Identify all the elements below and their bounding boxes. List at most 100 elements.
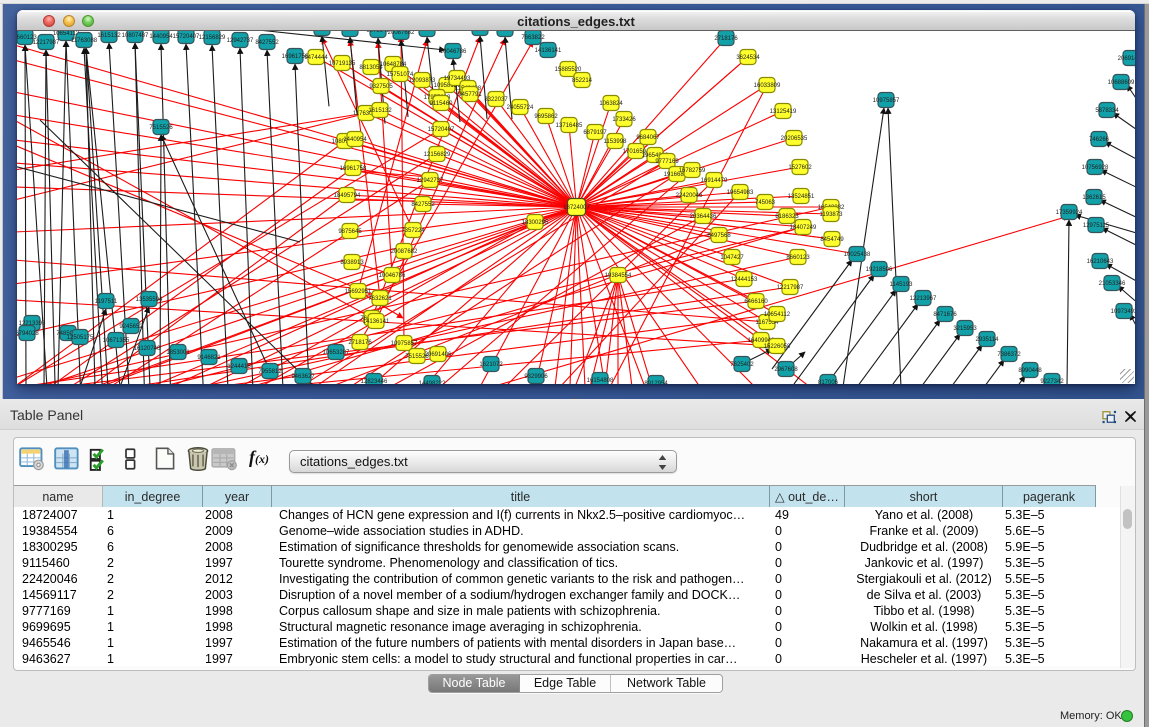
svg-text:1615132: 1615132 [97, 33, 121, 39]
svg-text:9695862: 9695862 [534, 114, 558, 120]
svg-text:13125419: 13125419 [770, 109, 797, 115]
svg-text:1193873: 1193873 [820, 212, 844, 218]
svg-text:20691406: 20691406 [425, 352, 452, 358]
svg-text:1362615: 1362615 [1082, 195, 1106, 201]
svg-text:20087682: 20087682 [388, 31, 415, 36]
svg-text:1621072: 1621072 [479, 362, 503, 368]
svg-text:3624534: 3624534 [736, 55, 760, 61]
svg-text:15720407: 15720407 [428, 127, 455, 133]
svg-text:15692951: 15692951 [345, 289, 372, 295]
svg-text:7357224: 7357224 [401, 228, 425, 234]
svg-text:9463627: 9463627 [291, 374, 315, 380]
svg-text:8990448: 8990448 [1018, 368, 1042, 374]
svg-text:6497568: 6497568 [707, 233, 731, 239]
svg-text:8186323: 8186323 [775, 214, 799, 220]
svg-text:10046786: 10046786 [379, 273, 406, 279]
svg-text:19218506: 19218506 [866, 267, 893, 273]
svg-text:8427552: 8427552 [411, 202, 435, 208]
svg-text:5878334: 5878334 [1095, 108, 1119, 114]
svg-text:9115460: 9115460 [430, 101, 454, 107]
svg-text:13535594: 13535594 [136, 297, 163, 303]
svg-text:18495794: 18495794 [334, 193, 361, 199]
svg-text:1047427: 1047427 [720, 255, 744, 261]
svg-text:14498222: 14498222 [419, 381, 446, 384]
svg-text:19654983: 19654983 [727, 190, 754, 196]
svg-text:10654112: 10654112 [764, 312, 791, 318]
svg-text:1145193: 1145193 [890, 282, 914, 288]
svg-text:13716485: 13716485 [556, 123, 583, 129]
svg-text:10807487: 10807487 [122, 33, 149, 39]
svg-text:8938913: 8938913 [340, 260, 364, 266]
svg-text:7625402: 7625402 [730, 362, 754, 368]
svg-text:8322037: 8322037 [484, 97, 508, 103]
svg-text:8471676: 8471676 [933, 312, 957, 318]
svg-text:1853001: 1853001 [166, 350, 190, 356]
svg-text:10046786: 10046786 [440, 49, 467, 55]
svg-text:9327505: 9327505 [369, 84, 393, 90]
svg-text:12217987: 12217987 [33, 40, 60, 46]
svg-text:9457791: 9457791 [458, 92, 482, 98]
svg-text:3215953: 3215953 [953, 326, 977, 332]
svg-text:9245652: 9245652 [119, 324, 143, 330]
svg-text:9474444: 9474444 [304, 55, 328, 61]
svg-text:8938913: 8938913 [415, 31, 439, 33]
svg-text:20087682: 20087682 [391, 249, 418, 255]
svg-text:2967608: 2967608 [774, 367, 798, 373]
svg-text:10756928: 10756928 [1082, 165, 1109, 171]
svg-text:7955812: 7955812 [258, 369, 282, 375]
svg-text:12975115: 12975115 [1083, 223, 1110, 229]
svg-text:16914479: 16914479 [701, 178, 728, 184]
svg-text:1063824: 1063824 [599, 101, 623, 107]
svg-text:1733426: 1733426 [612, 117, 636, 123]
svg-text:10975857: 10975857 [873, 98, 900, 104]
svg-text:15226058: 15226058 [764, 344, 791, 350]
svg-text:13524851: 13524851 [788, 194, 815, 200]
svg-text:20691406: 20691406 [1118, 56, 1135, 62]
svg-text:7632621: 7632621 [368, 296, 392, 302]
svg-text:1440954: 1440954 [149, 34, 173, 40]
svg-text:20364436: 20364436 [690, 214, 717, 220]
svg-text:1527602: 1527602 [788, 165, 812, 171]
svg-text:12156829: 12156829 [199, 35, 226, 41]
svg-text:7515526: 7515526 [149, 125, 173, 131]
svg-text:15720407: 15720407 [173, 34, 200, 40]
svg-text:16120746: 16120746 [134, 346, 161, 352]
svg-text:16154808: 16154808 [587, 378, 614, 384]
svg-text:14136141: 14136141 [535, 48, 562, 54]
svg-text:12505175: 12505175 [67, 335, 94, 341]
svg-text:1153998: 1153998 [604, 139, 628, 145]
svg-text:7357224: 7357224 [338, 31, 362, 33]
svg-text:22420046: 22420046 [676, 193, 703, 199]
svg-text:10973493: 10973493 [1111, 309, 1135, 315]
svg-text:16033809: 16033809 [754, 83, 781, 89]
svg-text:10671355: 10671355 [103, 338, 130, 344]
svg-text:1197511: 1197511 [95, 299, 118, 305]
svg-text:15692951: 15692951 [467, 31, 494, 32]
svg-text:1615132: 1615132 [368, 108, 392, 114]
svg-text:8912954: 8912954 [644, 381, 668, 384]
svg-text:10719135: 10719135 [329, 61, 356, 67]
svg-text:12942737: 12942737 [417, 178, 444, 184]
svg-text:9227342: 9227342 [1040, 379, 1064, 384]
svg-text:18495794: 18495794 [309, 31, 336, 32]
svg-text:16210643: 16210643 [1087, 259, 1114, 265]
svg-text:24055724: 24055724 [507, 105, 534, 111]
svg-text:7663822: 7663822 [521, 35, 545, 41]
svg-text:12444153: 12444153 [731, 277, 758, 283]
svg-text:9875645: 9875645 [338, 229, 362, 235]
svg-text:6794028: 6794028 [17, 331, 39, 337]
svg-text:12213967: 12213967 [910, 296, 937, 302]
svg-text:2718176: 2718176 [348, 340, 372, 346]
svg-text:7386372: 7386372 [997, 352, 1021, 358]
svg-text:19384554: 19384554 [605, 273, 632, 279]
svg-text:17359924: 17359924 [1056, 210, 1083, 216]
svg-text:18407249: 18407249 [790, 225, 817, 231]
svg-text:12942737: 12942737 [227, 38, 254, 44]
svg-text:8454749: 8454749 [820, 237, 844, 243]
svg-text:9684067: 9684067 [636, 135, 660, 141]
svg-text:745063: 745063 [755, 200, 776, 206]
svg-text:10653287: 10653287 [323, 350, 350, 356]
svg-text:6466160: 6466160 [744, 299, 768, 305]
svg-text:10025438: 10025438 [844, 252, 871, 258]
svg-text:817006: 817006 [818, 380, 839, 384]
